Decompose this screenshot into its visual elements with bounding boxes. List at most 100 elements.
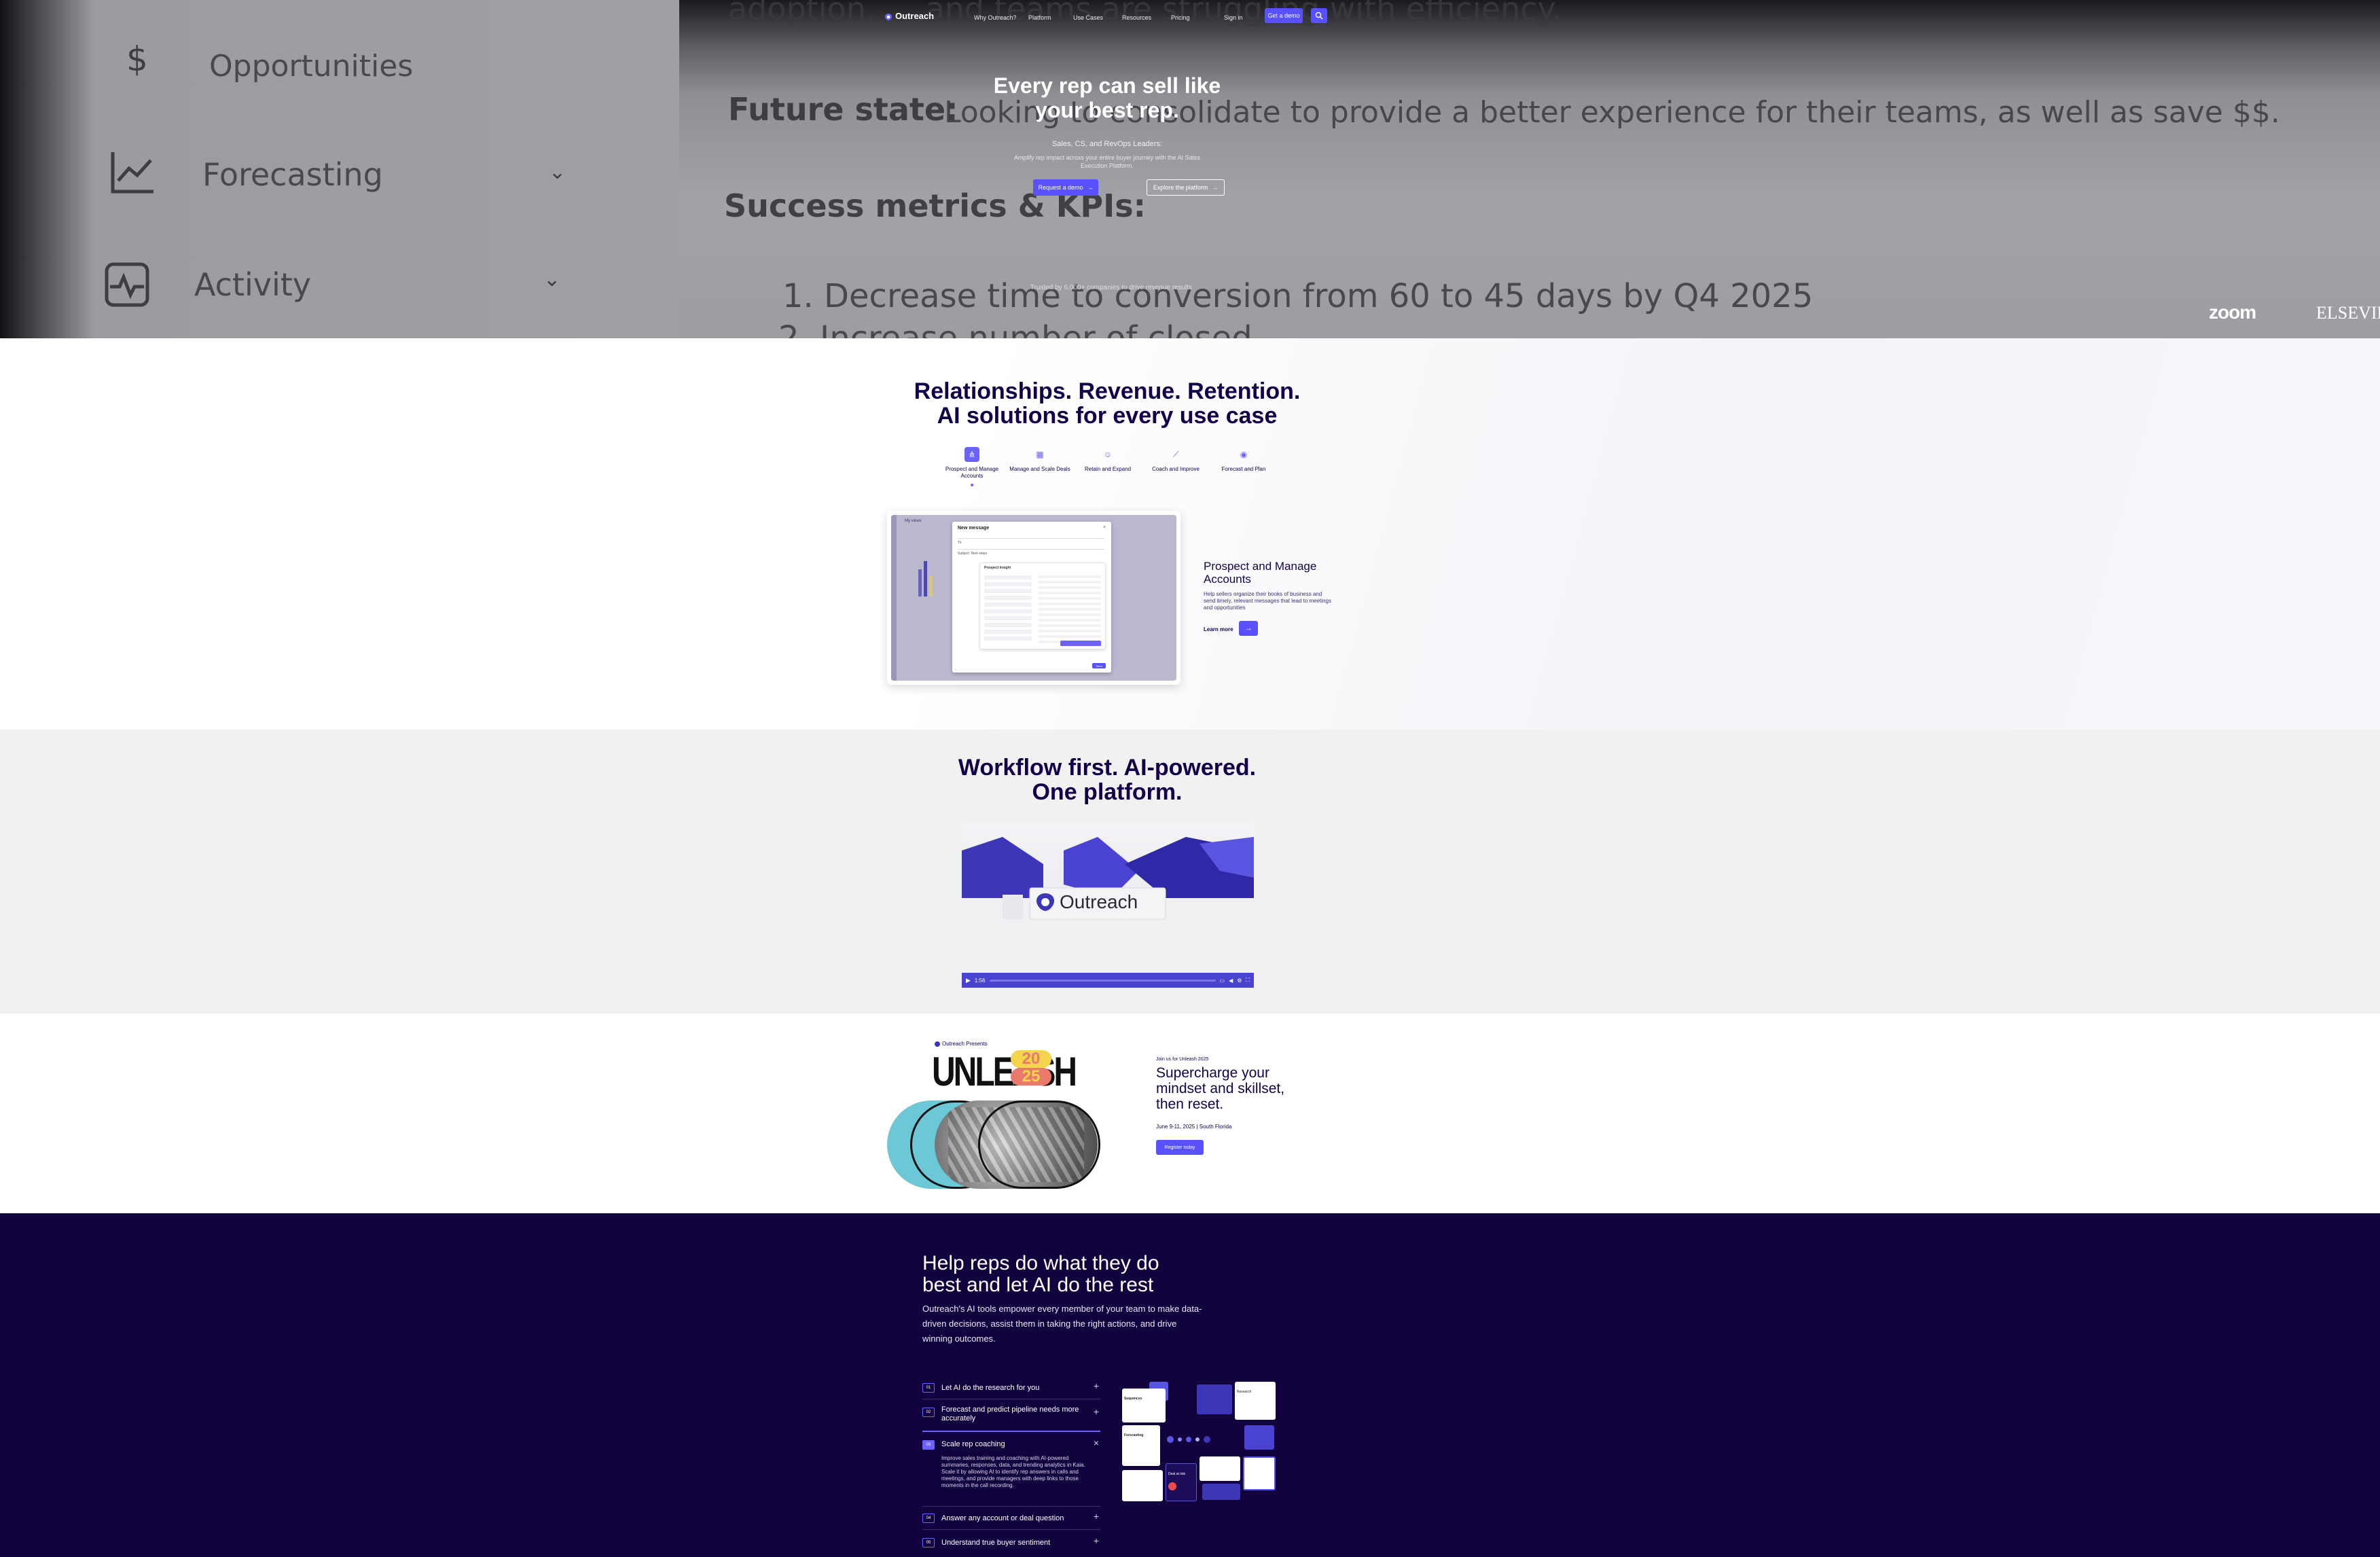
plus-icon[interactable]: + [1094, 1380, 1099, 1391]
video-time: 1:56 [974, 977, 986, 984]
explore-platform-button[interactable]: Explore the platform → [1147, 179, 1225, 196]
platform-video[interactable]: Outreach ▶ 1:56 ▭ ◀ ⚙ ⛶ [962, 823, 1254, 988]
prospect-insight-panel: Prospect Insight [979, 562, 1106, 649]
bg-future-state-label: Future state: [728, 91, 958, 128]
request-demo-button[interactable]: Request a demo → [1033, 179, 1098, 196]
learn-more-link[interactable]: Learn more [1204, 626, 1233, 632]
collage-card-label: Sequences [1124, 1397, 1142, 1401]
workflow-heading-line2: One platform. [1032, 779, 1183, 805]
tab-forecast-plan[interactable]: ◉ Forecast and Plan [1213, 447, 1274, 473]
nav-resources[interactable]: Resources [1122, 14, 1151, 21]
tab-coach-improve[interactable]: ⟋ Coach and Improve [1145, 447, 1206, 473]
mock-sidebar [891, 515, 897, 681]
outreach-logo-icon [884, 12, 892, 20]
nav-sign-in[interactable]: Sign in [1224, 14, 1243, 21]
item-number: 01 [922, 1383, 935, 1393]
video-progress[interactable] [989, 979, 1216, 982]
workflow-section: Workflow first. AI-powered. One platform… [0, 730, 2380, 1014]
help-body: Outreach's AI tools empower every member… [922, 1304, 1202, 1344]
hero-title-line2: your best rep. [1035, 98, 1179, 122]
screenshot-canvas: My views New message × To: Subject: Next… [891, 515, 1176, 681]
bg-item-1: 1. Decrease time to conversion from 60 t… [782, 277, 1814, 315]
fullscreen-icon[interactable]: ⛶ [1246, 977, 1250, 984]
close-icon[interactable]: × [1094, 1437, 1099, 1448]
help-heading-line1: Help reps do what they do [922, 1252, 1159, 1274]
bg-opportunities: Opportunities [209, 49, 414, 84]
search-button[interactable] [1311, 8, 1327, 23]
hero-title: Every rep can sell like your best rep. [937, 73, 1277, 122]
use-cases-section: Relationships. Revenue. Retention. AI so… [0, 338, 2380, 730]
brand-logo[interactable]: Outreach [884, 11, 934, 21]
collage-card-label: Forecasting [1124, 1433, 1144, 1437]
search-icon [1315, 12, 1323, 20]
accordion-item-coaching[interactable]: 03 Scale rep coaching × Improve sales tr… [922, 1435, 1100, 1507]
learn-more-button[interactable]: → [1239, 621, 1258, 636]
nav-pricing[interactable]: Pricing [1171, 14, 1190, 21]
accordion-item-answer[interactable]: 04 Answer any account or deal question + [922, 1509, 1100, 1530]
captions-icon[interactable]: ▭ [1220, 978, 1225, 984]
video-brand-text: Outreach [1060, 891, 1138, 912]
unleash-title: UNLEASH [932, 1050, 1077, 1095]
hero-subtitle: Sales, CS, and RevOps Leaders: [1051, 140, 1163, 148]
collage-card-forecasting: Forecasting [1122, 1425, 1160, 1466]
item-label: Understand true buyer sentiment [941, 1539, 1051, 1547]
send-button[interactable]: Send [1092, 663, 1106, 668]
eye-icon: ◉ [1240, 450, 1248, 459]
trust-line: Trusted by 6,000+ companies to drive rev… [1030, 284, 1193, 291]
nav-why-outreach[interactable]: Why Outreach? [974, 14, 1017, 21]
item-number: 04 [922, 1514, 935, 1523]
item-number: 03 [922, 1440, 935, 1450]
presents: Outreach Presents [935, 1041, 988, 1047]
volume-icon[interactable]: ◀ [1229, 978, 1233, 984]
tab-label: Manage and Scale Deals [1009, 466, 1070, 472]
presents-text: Outreach Presents [942, 1041, 988, 1047]
accordion-item-research[interactable]: 01 Let AI do the research for you + [922, 1379, 1100, 1399]
unleash-section: Outreach Presents UNLEASH 20 25 Join us … [0, 1014, 2380, 1213]
plus-icon[interactable]: + [1094, 1511, 1099, 1522]
close-icon[interactable]: × [1103, 525, 1106, 530]
dialog-to: To: [958, 541, 962, 545]
tab-prospect-accounts[interactable]: ⋔ Prospect and Manage Accounts [941, 447, 1003, 486]
request-demo-label: Request a demo [1038, 184, 1083, 191]
collage-card-research: Research [1235, 1382, 1276, 1420]
outreach-logo-icon [935, 1041, 940, 1047]
accordion-item-sentiment[interactable]: 05 Understand true buyer sentiment + [922, 1534, 1100, 1554]
chart-line-icon: ⟋ [1172, 450, 1179, 459]
unleash-ring-2 [978, 1100, 1100, 1189]
hero-description: Amplify rep impact across your entire bu… [1013, 154, 1201, 169]
explore-platform-label: Explore the platform [1153, 184, 1208, 191]
nav-use-cases[interactable]: Use Cases [1073, 14, 1103, 21]
plus-icon[interactable]: + [1094, 1406, 1099, 1417]
tab-retain-expand[interactable]: ☺ Retain and Expand [1077, 447, 1138, 473]
play-icon[interactable]: ▶ [966, 977, 971, 984]
workflow-heading: Workflow first. AI-powered. One platform… [903, 755, 1311, 804]
active-dot [971, 484, 973, 486]
activity-icon [103, 261, 151, 311]
get-demo-button[interactable]: Get a demo [1265, 8, 1303, 23]
bg-forecasting: Forecasting [202, 156, 383, 193]
collage-card-deal-risk: Deal at risk [1166, 1463, 1197, 1501]
collage-card-label: Deal at risk [1168, 1472, 1186, 1476]
workflow-heading-line1: Workflow first. AI-powered. [958, 755, 1257, 781]
item-label: Scale rep coaching [941, 1440, 1005, 1448]
help-heading-line2: best and let AI do the rest [922, 1274, 1154, 1296]
ai-collage: Sequences Research Forecasting Deal at r… [1122, 1382, 1285, 1504]
item-label: Let AI do the research for you [941, 1384, 1040, 1392]
plus-icon[interactable]: + [1094, 1535, 1099, 1546]
nav-platform[interactable]: Platform [1028, 14, 1051, 21]
panel-title: Prospect Insight [984, 566, 1011, 570]
tab-label: Retain and Expand [1084, 466, 1132, 472]
logo-elsevier: ELSEVIER [2316, 303, 2380, 323]
chevron-down-icon: ⌄ [543, 268, 561, 291]
new-message-dialog: New message × To: Subject: Next steps Pr… [952, 522, 1111, 673]
arrow-right-icon: → [1212, 184, 1219, 191]
unleash-date: June 9-11, 2025 | South Florida [1156, 1124, 1232, 1130]
tab-manage-deals[interactable]: ▦ Manage and Scale Deals [1009, 447, 1070, 473]
register-button[interactable]: Register today [1156, 1140, 1204, 1155]
item-number: 02 [922, 1408, 935, 1417]
tab-label: Prospect and Manage Accounts [945, 466, 999, 479]
accordion-item-forecast[interactable]: 02 Forecast and predict pipeline needs m… [922, 1402, 1100, 1432]
settings-icon[interactable]: ⚙ [1237, 978, 1242, 984]
hero-title-line1: Every rep can sell like [993, 73, 1221, 98]
year-bottom-badge: 25 [1011, 1067, 1051, 1086]
